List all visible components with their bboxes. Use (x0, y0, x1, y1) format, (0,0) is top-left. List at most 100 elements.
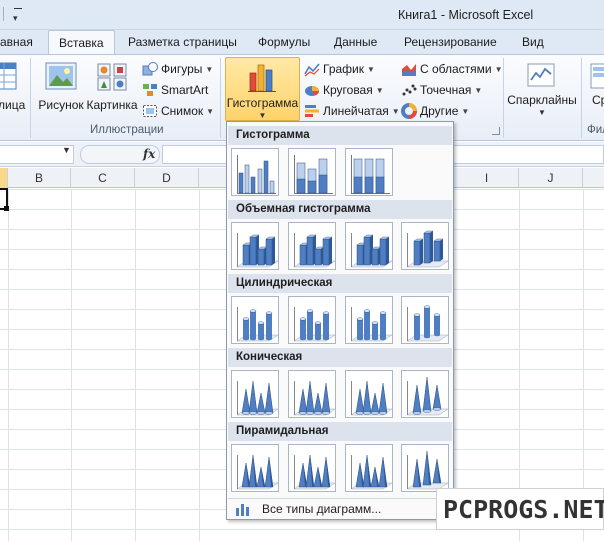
column-header-b[interactable]: B (8, 168, 71, 188)
column-header-d[interactable]: D (135, 168, 199, 188)
chart-type-thumbnail-cone-3[interactable] (345, 370, 393, 418)
pie-chart-icon (304, 82, 320, 98)
tab-review[interactable]: Рецензирование (404, 35, 497, 49)
insert-function-icon[interactable]: fx (143, 147, 155, 161)
chart-type-thumbnail-cone-4[interactable] (401, 370, 449, 418)
column2d-chart-icon (351, 155, 390, 194)
pie-chart-button[interactable]: Круговая ▼ (304, 80, 384, 100)
chart-type-thumbnail-column3d-3[interactable] (345, 222, 393, 270)
chevron-down-icon: ▼ (474, 86, 483, 95)
chart-type-thumbnail-cylinder-4[interactable] (401, 296, 449, 344)
chart-type-thumbnail-pyramid-2[interactable] (288, 444, 336, 492)
column2d-chart-icon (294, 155, 333, 194)
chart-type-thumbnail-column2d-1[interactable] (231, 148, 279, 196)
tab-formulas[interactable]: Формулы (258, 35, 310, 49)
chart-type-thumbnail-cylinder-2[interactable] (288, 296, 336, 344)
clipart-icon (97, 63, 127, 91)
column-header-j[interactable]: J (519, 168, 583, 188)
cylinder-chart-icon (236, 307, 278, 342)
chevron-down-icon: ▼ (538, 108, 546, 117)
pyramid-chart-icon (406, 450, 448, 490)
chart-type-thumbnail-cone-2[interactable] (288, 370, 336, 418)
chart-type-thumbnail-column3d-2[interactable] (288, 222, 336, 270)
pyramid-chart-icon (293, 454, 335, 490)
sparkline-icon (527, 63, 555, 87)
chevron-down-icon: ▼ (391, 107, 400, 116)
watermark: PCPROGS.NET (436, 488, 604, 530)
column3d-chart-icon (406, 230, 448, 268)
screenshot-button[interactable]: Снимок ▼ (142, 101, 214, 121)
column3d-chart-icon (293, 233, 335, 268)
picture-button[interactable]: Рисунок (38, 57, 84, 121)
screenshot-label: Снимок (161, 104, 204, 118)
table-button[interactable]: лица (0, 57, 26, 121)
chart-type-thumbnail-column3d-4[interactable] (401, 222, 449, 270)
watermark-text: PCPROGS.NET (443, 495, 604, 524)
slicer-button[interactable]: Ср (584, 57, 604, 121)
shapes-button[interactable]: Фигуры ▼ (142, 59, 213, 79)
column-header-c[interactable]: C (71, 168, 135, 188)
scatter-chart-button[interactable]: Точечная ▼ (401, 80, 482, 100)
charts-dialog-launcher-icon[interactable] (492, 127, 500, 135)
picture-icon (45, 62, 77, 90)
fill-handle[interactable] (4, 206, 9, 211)
smartart-button[interactable]: SmartArt (142, 80, 208, 100)
tab-data[interactable]: Данные (334, 35, 377, 49)
cylinder-chart-icon (406, 305, 448, 342)
chart-type-thumbnail-cylinder-3[interactable] (345, 296, 393, 344)
chevron-down-icon: ▼ (494, 65, 503, 74)
chart-type-thumbnail-column2d-3[interactable] (345, 148, 393, 196)
group-separator (30, 58, 31, 138)
chevron-down-icon: ▼ (258, 111, 267, 120)
area-chart-button[interactable]: С областями ▼ (401, 59, 503, 79)
grid-line (135, 189, 136, 541)
bar-chart-icon (304, 103, 320, 119)
chart-type-thumbnail-cone-1[interactable] (231, 370, 279, 418)
chart-types-icon (236, 504, 249, 516)
chart-type-thumbnail-cylinder-1[interactable] (231, 296, 279, 344)
grid-line (199, 189, 200, 541)
tab-insert[interactable]: Вставка (48, 30, 115, 55)
gallery-category-header: Пирамидальная (228, 422, 452, 441)
column3d-chart-icon (236, 233, 278, 268)
sparklines-button[interactable]: Спарклайны ▼ (506, 57, 578, 121)
clipart-button[interactable]: Картинка (86, 57, 138, 121)
tab-home[interactable]: авная (0, 35, 33, 49)
chart-type-thumbnail-column2d-2[interactable] (288, 148, 336, 196)
column2d-chart-icon (237, 155, 276, 194)
filter-group-label: Фил (587, 124, 604, 136)
chevron-down-icon: ▼ (367, 65, 375, 74)
chart-type-thumbnail-pyramid-4[interactable] (401, 444, 449, 492)
bar-chart-label: Линейчатая (323, 104, 389, 118)
tab-page-layout[interactable]: Разметка страницы (128, 35, 237, 49)
cone-chart-icon (406, 376, 448, 416)
table-label: лица (0, 98, 26, 112)
chart-type-thumbnail-pyramid-3[interactable] (345, 444, 393, 492)
slicer-label: Ср (592, 93, 604, 107)
column3d-chart-icon (350, 233, 392, 268)
column-header-a[interactable] (0, 168, 8, 188)
scatter-chart-label: Точечная (420, 83, 472, 97)
chevron-down-icon[interactable]: ▼ (62, 145, 71, 155)
all-chart-types-item[interactable]: Все типы диаграмм... (228, 498, 452, 518)
line-chart-button[interactable]: График ▼ (304, 59, 375, 79)
quick-access-customize-icon[interactable]: ▾ (10, 4, 26, 23)
chart-type-thumbnail-pyramid-1[interactable] (231, 444, 279, 492)
histogram-button[interactable]: Гистограмма ▼ (225, 57, 300, 121)
gallery-category-header: Цилиндрическая (228, 274, 452, 293)
quick-access-separator (3, 7, 4, 21)
other-charts-button[interactable]: Другие ▼ (401, 101, 469, 121)
tab-view[interactable]: Вид (522, 35, 544, 49)
donut-chart-icon (401, 103, 417, 119)
chart-type-thumbnail-column3d-1[interactable] (231, 222, 279, 270)
line-chart-icon (304, 61, 320, 77)
scatter-chart-icon (401, 82, 417, 98)
illustrations-group-label: Иллюстрации (90, 124, 164, 136)
area-chart-icon (401, 61, 417, 77)
gallery-category-header: Гистограмма (228, 126, 452, 145)
bar-chart-button[interactable]: Линейчатая ▼ (304, 101, 400, 121)
screenshot-icon (142, 103, 158, 119)
pyramid-chart-icon (350, 454, 392, 490)
picture-label: Рисунок (38, 98, 84, 112)
column-header-i[interactable]: I (455, 168, 519, 188)
